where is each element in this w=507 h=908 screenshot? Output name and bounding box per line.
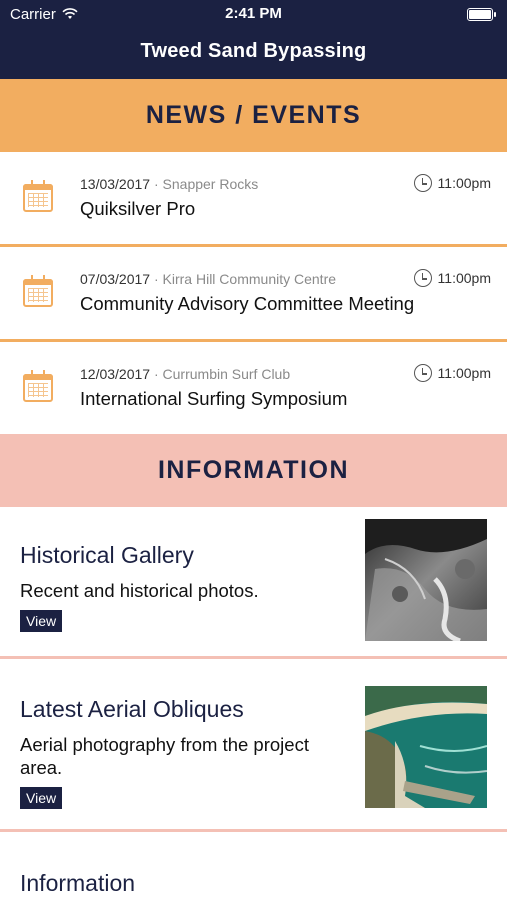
event-row[interactable]: 12/03/2017 · Currumbin Surf Club Interna… bbox=[0, 342, 507, 434]
clock-icon bbox=[413, 364, 432, 382]
calendar-icon bbox=[23, 275, 53, 307]
event-row[interactable]: 07/03/2017 · Kirra Hill Community Centre… bbox=[0, 247, 507, 342]
status-time: 2:41 PM bbox=[225, 5, 282, 22]
event-date: 07/03/2017 bbox=[80, 271, 151, 287]
event-title: International Surfing Symposium bbox=[80, 388, 348, 409]
information-header: INFORMATION bbox=[0, 434, 507, 507]
news-events-header: NEWS / EVENTS bbox=[0, 79, 507, 152]
news-list: 13/03/2017 · Snapper Rocks Quiksilver Pr… bbox=[0, 152, 507, 434]
calendar-icon bbox=[23, 180, 53, 212]
event-location: Snapper Rocks bbox=[162, 176, 259, 192]
separator: · bbox=[153, 176, 159, 192]
event-row[interactable]: 13/03/2017 · Snapper Rocks Quiksilver Pr… bbox=[0, 152, 507, 247]
event-location: Kirra Hill Community Centre bbox=[162, 271, 337, 287]
info-item-title: Latest Aerial Obliques bbox=[20, 696, 244, 722]
event-title: Quiksilver Pro bbox=[80, 198, 196, 219]
info-item-title: Information bbox=[20, 870, 136, 896]
event-time: 11:00pm bbox=[437, 365, 491, 381]
event-time: 11:00pm bbox=[437, 270, 491, 286]
event-date: 12/03/2017 bbox=[80, 366, 151, 382]
view-button[interactable]: View bbox=[20, 610, 63, 632]
view-button[interactable]: View bbox=[20, 787, 63, 809]
info-item-aerial-obliques[interactable]: Latest Aerial Obliques Aerial photograph… bbox=[0, 659, 507, 832]
aerial-photo-thumbnail bbox=[365, 686, 487, 808]
top-bar: Carrier 2:41 PM Tweed Sand Bypassing bbox=[0, 0, 507, 79]
info-item-description: Aerial photography from the project area… bbox=[20, 734, 309, 778]
clock-icon bbox=[413, 174, 432, 192]
clock-icon bbox=[413, 269, 432, 287]
page-title: Tweed Sand Bypassing bbox=[140, 40, 367, 62]
event-date: 13/03/2017 bbox=[80, 176, 151, 192]
separator: · bbox=[153, 366, 159, 382]
info-item-historical-gallery[interactable]: Historical Gallery Recent and historical… bbox=[0, 507, 507, 659]
calendar-icon bbox=[23, 370, 53, 402]
event-time: 11:00pm bbox=[437, 175, 491, 191]
historical-photo-thumbnail bbox=[365, 519, 487, 641]
info-item-description: Recent and historical photos. bbox=[20, 580, 259, 601]
battery-icon bbox=[467, 7, 496, 21]
info-item-title: Historical Gallery bbox=[20, 542, 194, 568]
event-location: Currumbin Surf Club bbox=[162, 366, 291, 382]
separator: · bbox=[153, 271, 159, 287]
info-item-information[interactable]: Information bbox=[0, 832, 507, 908]
event-title: Community Advisory Committee Meeting bbox=[80, 293, 415, 314]
status-bar: Carrier 2:41 PM bbox=[0, 0, 507, 28]
